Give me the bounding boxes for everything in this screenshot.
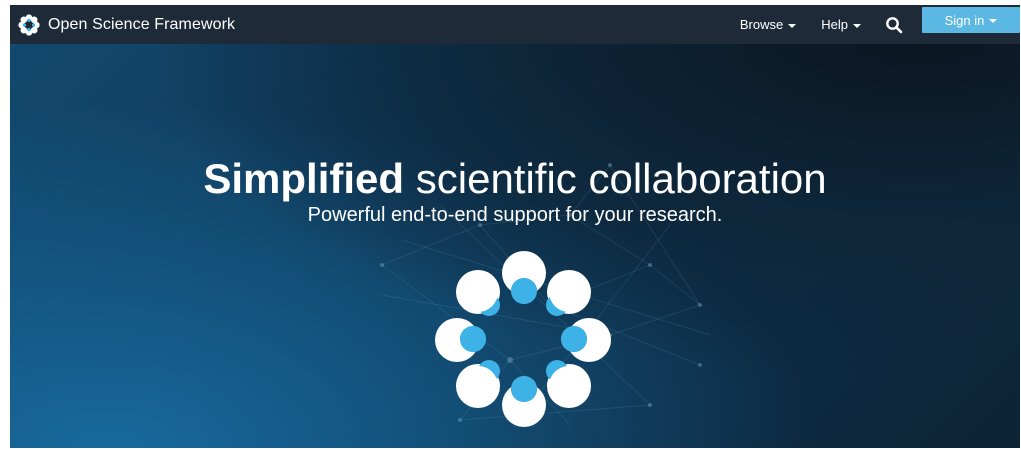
page-frame: Open Science Framework Browse Help Sign … (10, 5, 1020, 448)
brand-link[interactable]: Open Science Framework (18, 13, 236, 36)
nav-right: Browse Help Sign in (740, 5, 1020, 44)
chevron-down-icon (853, 23, 861, 28)
brand-name: Open Science Framework (48, 15, 236, 33)
headline-rest: scientific collaboration (415, 155, 827, 202)
sign-in-label: Sign in (944, 12, 985, 28)
search-icon[interactable] (885, 16, 903, 34)
hero-headline: Simplified scientific collaboration (10, 154, 1020, 204)
headline-bold: Simplified (203, 155, 405, 202)
browse-menu[interactable]: Browse (739, 17, 797, 32)
osf-flower-logo-icon (435, 251, 611, 427)
top-navbar: Open Science Framework Browse Help Sign … (10, 5, 1020, 44)
browse-label: Browse (739, 17, 784, 32)
chevron-down-icon (989, 19, 998, 23)
help-label: Help (821, 17, 848, 32)
help-menu[interactable]: Help (821, 17, 861, 32)
sign-in-button[interactable]: Sign in (922, 7, 1020, 33)
chevron-down-icon (788, 23, 797, 28)
hero-subheadline: Powerful end-to-end support for your res… (307, 204, 723, 226)
osf-logo-icon (18, 13, 40, 36)
